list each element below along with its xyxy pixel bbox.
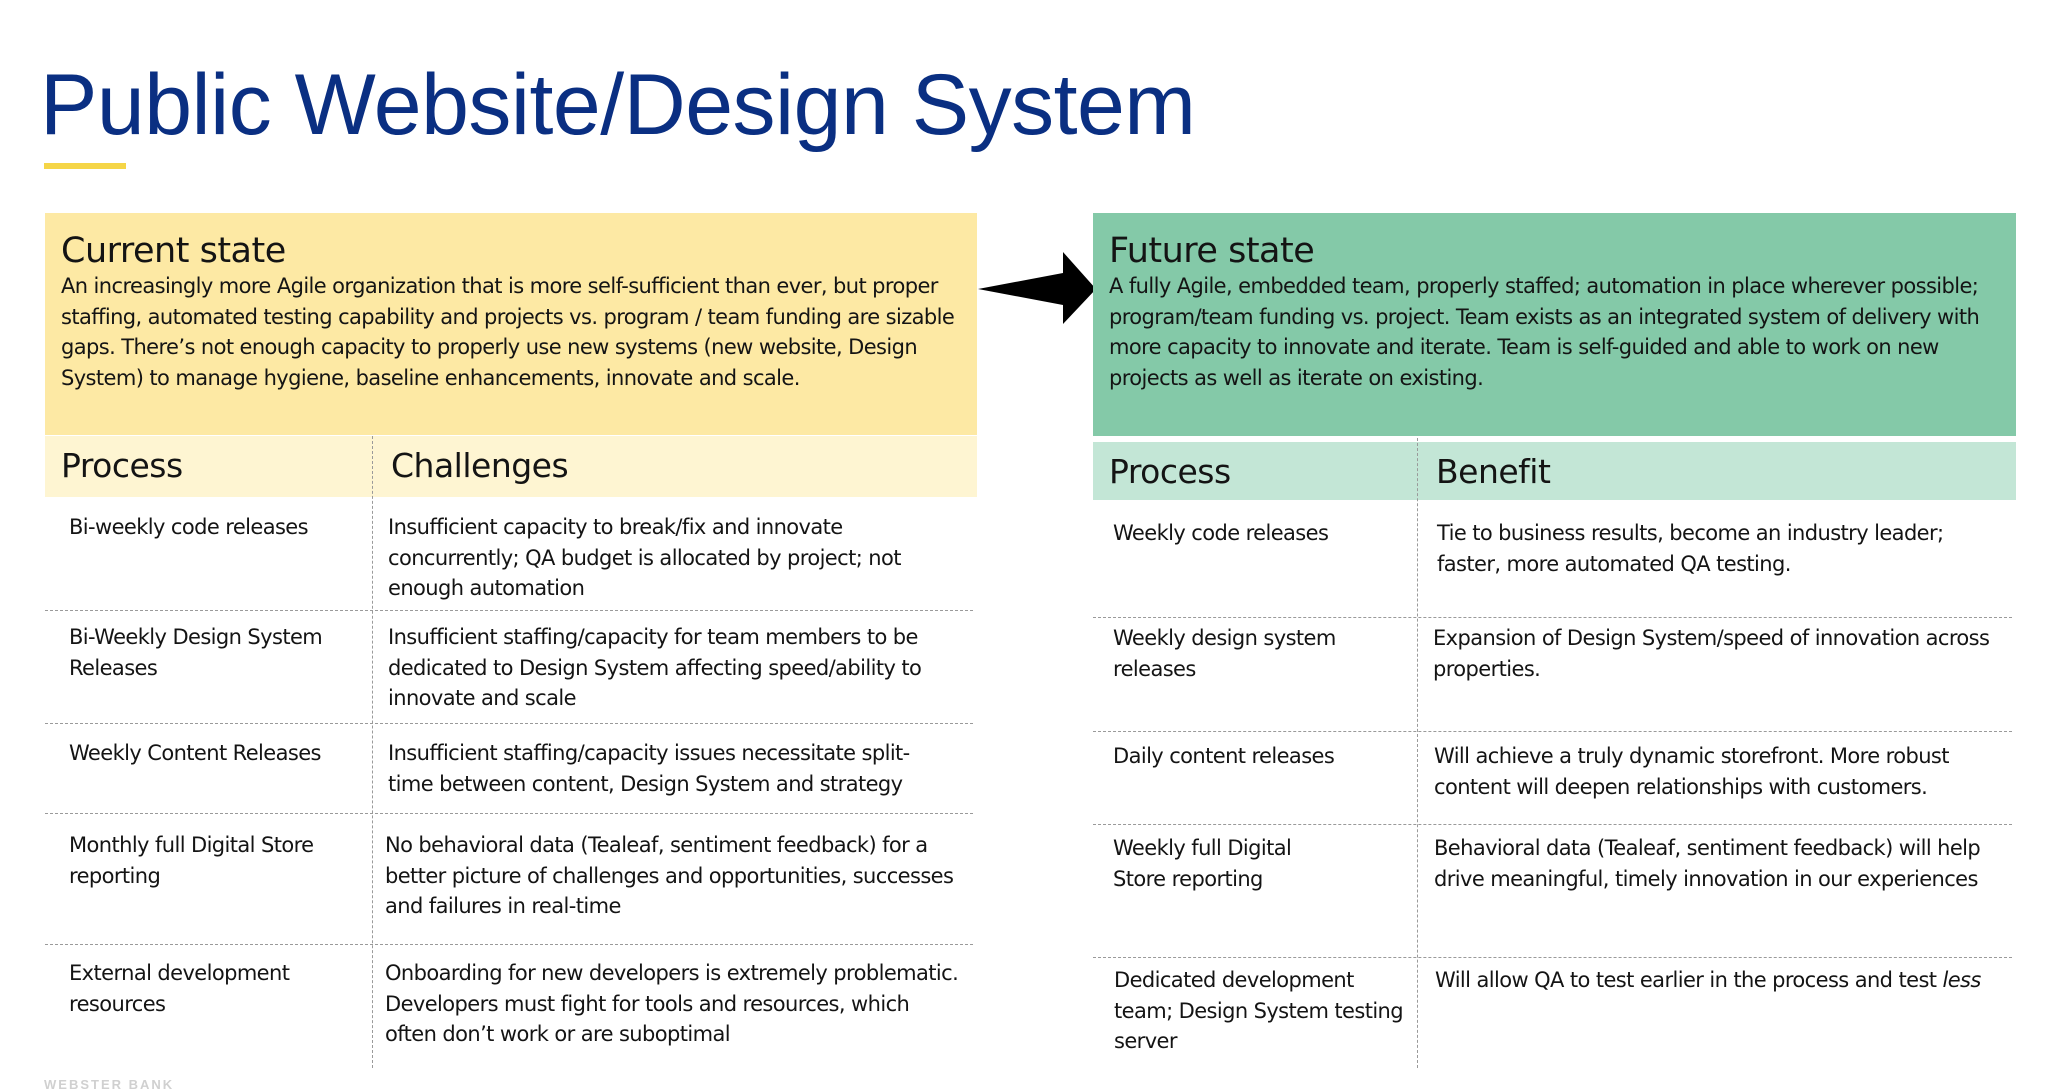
benefit-cell: Will allow QA to test earlier in the pro… xyxy=(1435,965,2015,996)
current-state-table: Process Challenges Bi-weekly code releas… xyxy=(45,436,977,1068)
row-divider xyxy=(1093,617,2012,618)
row-divider xyxy=(45,813,973,814)
current-state-title: Current state xyxy=(61,231,286,271)
process-cell: Bi-Weekly Design System Releases xyxy=(69,625,323,680)
row-divider xyxy=(1093,957,2012,958)
row-divider xyxy=(1093,824,2012,825)
row-divider xyxy=(45,944,973,945)
column-header-challenges: Challenges xyxy=(391,446,569,485)
column-divider xyxy=(372,436,373,1068)
column-divider xyxy=(1417,438,1418,1068)
process-cell: External development resources xyxy=(69,961,290,1016)
benefit-cell: Behavioral data (Tealeaf, sentiment feed… xyxy=(1434,836,1981,891)
column-header-process: Process xyxy=(61,446,183,485)
future-state-table: Process Benefit Weekly code releases Tie… xyxy=(1093,438,2016,1068)
process-cell: Weekly design system releases xyxy=(1113,626,1336,681)
table-header: Process Benefit xyxy=(1093,442,2016,500)
title-accent-bar xyxy=(44,163,126,169)
arrow-right-icon xyxy=(978,252,1096,324)
benefit-emphasis: less xyxy=(1942,968,1982,992)
footer-logo-text: WEBSTER BANK xyxy=(44,1077,175,1092)
process-cell: Weekly full Digital Store reporting xyxy=(1113,836,1292,891)
challenge-cell: Insufficient staffing/capacity issues ne… xyxy=(388,741,910,796)
process-cell: Weekly Content Releases xyxy=(69,741,321,765)
future-state-title: Future state xyxy=(1109,231,1315,271)
benefit-cell: Tie to business results, become an indus… xyxy=(1437,521,1944,576)
challenge-cell: No behavioral data (Tealeaf, sentiment f… xyxy=(385,833,954,918)
process-cell: Dedicated development team; Design Syste… xyxy=(1114,968,1404,1053)
process-cell: Weekly code releases xyxy=(1113,521,1329,545)
table-header: Process Challenges xyxy=(45,436,977,497)
process-cell: Daily content releases xyxy=(1113,744,1335,768)
row-divider xyxy=(45,723,973,724)
slide-title: Public Website/Design System xyxy=(40,57,1196,153)
column-header-process: Process xyxy=(1109,452,1231,491)
challenge-cell: Insufficient capacity to break/fix and i… xyxy=(388,515,901,600)
row-divider xyxy=(1093,731,2012,732)
challenge-cell: Onboarding for new developers is extreme… xyxy=(385,961,959,1046)
row-divider xyxy=(45,610,973,611)
benefit-text: Will allow QA to test earlier in the pro… xyxy=(1435,968,1937,992)
benefit-cell: Will achieve a truly dynamic storefront.… xyxy=(1434,744,1949,799)
current-state-panel: Current state An increasingly more Agile… xyxy=(45,213,977,435)
future-state-description: A fully Agile, embedded team, properly s… xyxy=(1109,274,1980,390)
challenge-cell: Insufficient staffing/capacity for team … xyxy=(388,625,922,710)
benefit-cell: Expansion of Design System/speed of inno… xyxy=(1433,626,1990,681)
process-cell: Monthly full Digital Store reporting xyxy=(69,833,314,888)
column-header-benefit: Benefit xyxy=(1436,452,1551,491)
current-state-description: An increasingly more Agile organization … xyxy=(61,274,955,390)
future-state-panel: Future state A fully Agile, embedded tea… xyxy=(1093,213,2016,436)
process-cell: Bi-weekly code releases xyxy=(69,515,309,539)
